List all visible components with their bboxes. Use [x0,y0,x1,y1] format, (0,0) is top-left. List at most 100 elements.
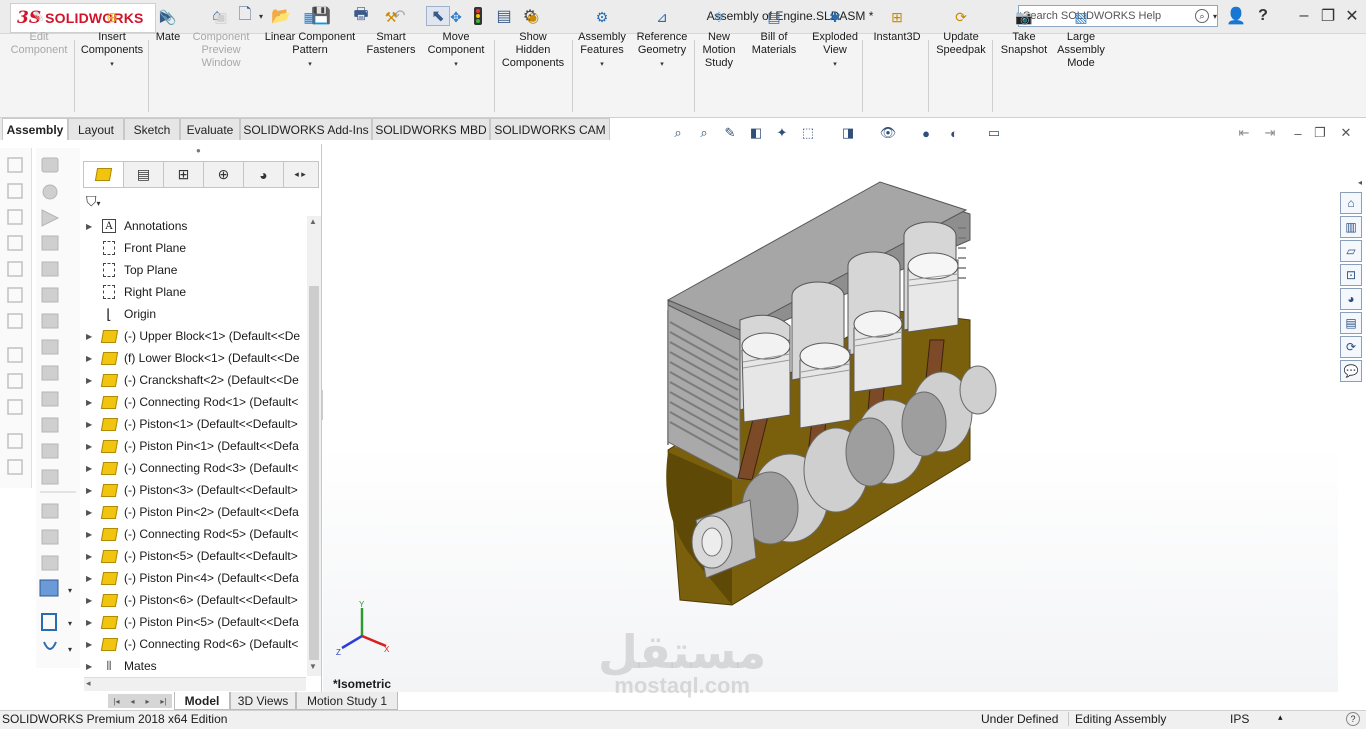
command-dropdown-icon[interactable]: ▾ [660,58,664,71]
tree-item[interactable]: ▶ (-) Piston<3> (Default<<Default> [86,479,306,501]
tab-solidworks-cam[interactable]: SOLIDWORKS CAM [490,118,610,140]
tab-solidworks-mbd[interactable]: SOLIDWORKS MBD [372,118,490,140]
viewport-left-icon[interactable]: ⇤ [1234,123,1254,143]
close-icon[interactable]: ✕ [1342,6,1362,26]
zoom-to-fit-icon[interactable]: ⌕ [668,123,688,143]
edit-component-button[interactable]: ✎ Edit Component [8,6,70,57]
scroll-left-icon[interactable]: ◂ [86,678,91,689]
tree-horizontal-scrollbar[interactable]: ◂ [84,677,306,691]
bom-button[interactable]: ▤ Bill of Materials [746,6,802,57]
expand-arrow-icon[interactable]: ▶ [86,442,100,451]
previous-view-icon[interactable]: ✎ [720,123,740,143]
solidworks-resources-icon[interactable]: ⌂ [1340,192,1362,214]
expand-arrow-icon[interactable]: ▶ [86,332,100,341]
forum-icon[interactable]: ⟳ [1340,336,1362,358]
motion-study-button[interactable]: ⚛ New Motion Study [698,6,740,70]
instant3d-button[interactable]: ⊞ Instant3D [868,6,926,44]
tree-item[interactable]: ▶ (-) Piston Pin<5> (Default<<Defa [86,611,306,633]
expand-arrow-icon[interactable]: ▶ [86,662,100,671]
next-tab-icon[interactable]: ▸ [145,697,149,706]
appearances-icon[interactable]: ◕ [1340,288,1362,310]
doc-restore-icon[interactable]: ❐ [1310,123,1330,143]
tree-item[interactable]: ▶ (-) Piston<6> (Default<<Default> [86,589,306,611]
expand-arrow-icon[interactable]: ▶ [86,464,100,473]
tree-item[interactable]: ▶ (-) Piston<5> (Default<<Default> [86,545,306,567]
doc-minimize-icon[interactable]: – [1288,123,1308,143]
scroll-up-icon[interactable]: ▲ [309,217,317,226]
fm-tab-scroll-icon[interactable]: ◂ ▸ [284,162,316,187]
help-icon[interactable]: ? [1252,6,1274,26]
tree-item[interactable]: ▶ (-) Piston Pin<2> (Default<<Defa [86,501,306,523]
preview-window-button[interactable]: ▣ Component Preview Window [188,6,254,70]
last-tab-icon[interactable]: ▸| [160,697,166,706]
feature-tree-tab-icon[interactable] [84,162,124,187]
expand-arrow-icon[interactable]: ▶ [86,398,100,407]
display-manager-tab-icon[interactable]: ◕ [244,162,284,187]
prev-tab-icon[interactable]: ◂ [131,697,135,706]
property-manager-tab-icon[interactable]: ▤ [124,162,164,187]
status-info-icon[interactable]: ? [1346,712,1360,726]
engine-assembly-model[interactable] [640,180,1010,610]
tree-item[interactable]: Right Plane [86,281,306,303]
tree-scroll-thumb[interactable] [309,286,319,660]
hide-show-items-icon[interactable]: 👁 [878,123,898,143]
tab-assembly[interactable]: Assembly [2,118,68,140]
expand-arrow-icon[interactable]: ▶ [86,640,100,649]
restore-icon[interactable]: ❐ [1318,6,1338,26]
view-palette-icon[interactable]: ⊡ [1340,264,1362,286]
insert-components-button[interactable]: ⊕ Insert Components ▾ [78,6,146,71]
tree-item[interactable]: ▶ (-) Cranckshaft<2> (Default<<De [86,369,306,391]
user-account-icon[interactable]: 👤 [1226,6,1246,26]
expand-arrow-icon[interactable]: ▶ [86,222,100,231]
command-dropdown-icon[interactable]: ▾ [600,58,604,71]
bottom-tab-model[interactable]: Model [174,692,230,710]
expand-arrow-icon[interactable]: ▶ [86,376,100,385]
units-dropdown-icon[interactable]: ▴ [1278,712,1283,723]
assembly-features-button[interactable]: ⚙ Assembly Features ▾ [574,6,630,71]
file-explorer-icon[interactable]: ▱ [1340,240,1362,262]
tree-item[interactable]: ▶ (-) Connecting Rod<6> (Default< [86,633,306,655]
tab-evaluate[interactable]: Evaluate [180,118,240,140]
speedpak-button[interactable]: ⟳ Update Speedpak [930,6,992,57]
tab-sketch[interactable]: Sketch [124,118,180,140]
exploded-view-button[interactable]: ✱ Exploded View ▾ [806,6,864,71]
view-settings-icon[interactable]: ▭ [984,123,1004,143]
large-assembly-button[interactable]: ▧ Large Assembly Mode [1054,6,1108,70]
search-dropdown-icon[interactable]: ▾ [1213,12,1217,21]
camera-button[interactable]: 📷 Take Snapshot [996,6,1052,57]
tree-filter-icon[interactable]: ⛉▾ [86,193,106,211]
minimize-icon[interactable]: – [1294,6,1314,26]
linear-pattern-button[interactable]: ▦ Linear Component Pattern ▾ [256,6,364,71]
status-units[interactable]: IPS [1230,712,1249,726]
forum-chat-icon[interactable]: 💬 [1340,360,1362,382]
tree-item[interactable]: ▶ ⫴ Mates [86,655,306,677]
scroll-down-icon[interactable]: ▼ [309,662,317,671]
expand-arrow-icon[interactable]: ▶ [86,354,100,363]
show-hidden-button[interactable]: ◉ Show Hidden Components [496,6,570,70]
move-component-button[interactable]: ✥ Move Component ▾ [422,6,490,71]
bottom-tab-3d-views[interactable]: 3D Views [230,692,296,710]
configuration-manager-tab-icon[interactable]: ⊞ [164,162,204,187]
apply-scene-icon[interactable]: ◐ [944,123,964,143]
tab-solidworks-add-ins[interactable]: SOLIDWORKS Add-Ins [240,118,372,140]
smart-fasteners-button[interactable]: ⚒ Smart Fasteners [366,6,416,57]
tree-item[interactable]: ▶ (-) Piston Pin<4> (Default<<Defa [86,567,306,589]
mate-button[interactable]: 📎 Mate [150,6,186,44]
tree-item[interactable]: ▶ (-) Connecting Rod<3> (Default< [86,457,306,479]
expand-arrow-icon[interactable]: ▶ [86,574,100,583]
display-style-icon[interactable]: ◨ [838,123,858,143]
expand-arrow-icon[interactable]: ▶ [86,596,100,605]
command-dropdown-icon[interactable]: ▾ [454,58,458,71]
reference-geometry-button[interactable]: ⊿ Reference Geometry ▾ [632,6,692,71]
expand-arrow-icon[interactable]: ▶ [86,530,100,539]
tree-item[interactable]: Front Plane [86,237,306,259]
tree-item[interactable]: ▶ (-) Piston Pin<1> (Default<<Defa [86,435,306,457]
tree-item[interactable]: ▶ (-) Connecting Rod<1> (Default< [86,391,306,413]
dimxpert-tab-icon[interactable]: ⊕ [204,162,244,187]
tree-item[interactable]: ▶ (-) Connecting Rod<5> (Default< [86,523,306,545]
expand-arrow-icon[interactable]: ▶ [86,618,100,627]
tree-item[interactable]: ▶ (f) Lower Block<1> (Default<<De [86,347,306,369]
view-orientation-icon[interactable]: ⬚ [798,123,818,143]
tab-layout[interactable]: Layout [68,118,124,140]
expand-arrow-icon[interactable]: ▶ [86,486,100,495]
